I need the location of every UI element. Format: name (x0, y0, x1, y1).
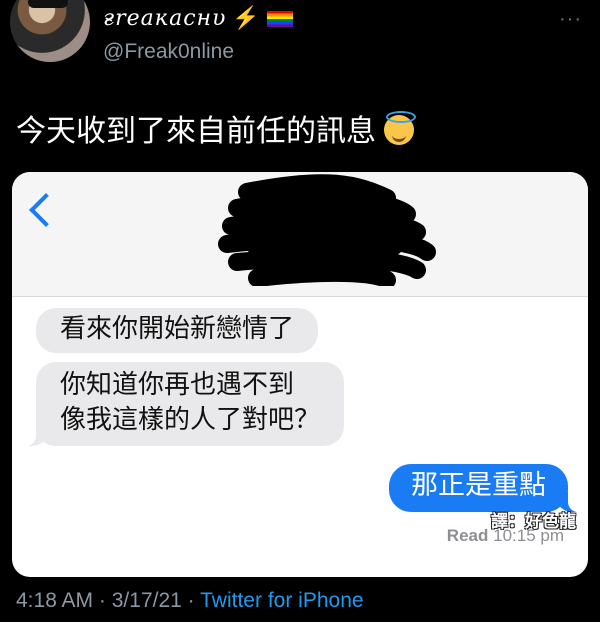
lightning-icon: ⚡ (232, 6, 261, 31)
read-label: Read (446, 526, 489, 545)
meta-separator: · (98, 589, 106, 612)
sent-message: 那正是重點 (389, 464, 580, 512)
sent-message-text: 那正是重點 (411, 470, 546, 501)
more-options-icon[interactable]: ··· (559, 8, 582, 31)
tweet-meta: 4:18 AM · 3/17/21 · Twitter for iPhone (16, 589, 364, 613)
received-message: 你知道你再也遇不到 像我這樣的人了對吧？ (23, 362, 345, 446)
user-handle[interactable]: @Freak0nline (103, 40, 234, 64)
rainbow-flag-icon (266, 11, 293, 27)
imessage-header (12, 172, 588, 297)
received-message-text: 你知道你再也遇不到 像我這樣的人了對吧？ (60, 370, 321, 435)
received-message: 看來你開始新戀情了 (36, 308, 319, 353)
attached-image[interactable]: 看來你開始新戀情了 你知道你再也遇不到 像我這樣的人了對吧？ 那正是重點 譯：好… (12, 172, 588, 577)
read-receipt: Read 10:15 pm (447, 526, 564, 546)
display-name-text[interactable]: ғreaĸacнυ (103, 6, 226, 31)
tweet-source-link[interactable]: Twitter for iPhone (200, 589, 363, 612)
redaction-scribble (218, 174, 436, 286)
display-name[interactable]: ғreaĸacнυ ⚡ (103, 6, 293, 31)
avatar[interactable] (10, 0, 90, 62)
tweet-text-content: 今天收到了來自前任的訊息 (16, 114, 376, 149)
smiling-face-with-halo-icon (384, 111, 416, 145)
meta-separator: · (187, 589, 195, 612)
read-time: 10:15 pm (493, 526, 564, 545)
tweet-date[interactable]: 3/17/21 (112, 589, 182, 612)
tweet-text: 今天收到了來自前任的訊息 (16, 106, 416, 150)
back-chevron-icon (29, 193, 63, 227)
tweet-time[interactable]: 4:18 AM (16, 589, 93, 612)
